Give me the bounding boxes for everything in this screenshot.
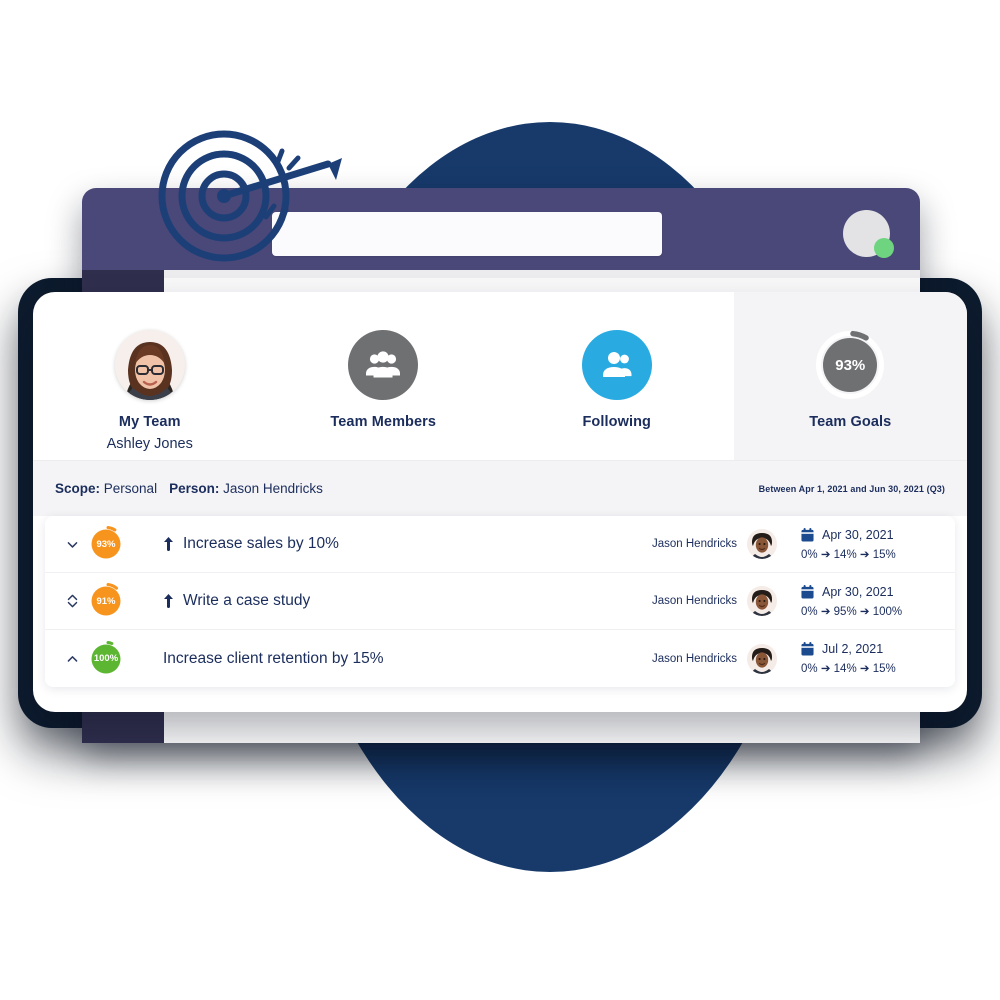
- users-group-icon: [348, 330, 419, 400]
- goal-meta: Apr 30, 2021 0% ➔ 14% ➔ 15%: [801, 528, 941, 561]
- priority-up-arrow-icon: [163, 593, 174, 609]
- goal-progress-values: 0% ➔ 14% ➔ 15%: [801, 663, 896, 675]
- avatar: [747, 586, 777, 616]
- goal-progress-values: 0% ➔ 95% ➔ 100%: [801, 605, 903, 618]
- goals-list: 93% Increase sales by 10% Jason Hendrick…: [45, 516, 955, 687]
- chevron-up-down-icon[interactable]: [59, 593, 85, 609]
- nav-card-title: Team Goals: [809, 414, 892, 430]
- goal-percent: 91%: [96, 595, 116, 607]
- date-range-label: Between Apr 1, 2021 and Jun 30, 2021 (Q3…: [758, 483, 945, 494]
- goal-date: Apr 30, 2021: [822, 527, 894, 542]
- goal-percent: 100%: [93, 653, 119, 664]
- goal-date: Jul 2, 2021: [822, 642, 884, 656]
- goal-progress-ring: 93%: [87, 525, 125, 563]
- nav-card-title: Team Members: [330, 414, 437, 430]
- app-screenshot: My Team Ashley Jones Team Members Follow…: [0, 0, 1000, 1000]
- goal-owner: Jason Hendricks: [651, 595, 737, 607]
- scope-value: Personal: [103, 481, 158, 496]
- goal-progress-ring: 100%: [87, 640, 125, 678]
- calendar-icon: [801, 584, 814, 599]
- table-row[interactable]: 91% Write a case study Jason Hendricks A…: [45, 573, 955, 630]
- table-row[interactable]: 100% Increase client retention by 15% Ja…: [45, 630, 955, 687]
- person-value: Jason Hendricks: [223, 481, 323, 496]
- main-panel: My Team Ashley Jones Team Members Follow…: [33, 292, 967, 712]
- calendar-icon: [801, 527, 814, 542]
- nav-card-subtitle: Ashley Jones: [106, 436, 193, 452]
- user-follow-icon: [581, 330, 652, 400]
- nav-card-following[interactable]: Following: [500, 292, 734, 460]
- team-nav-strip: My Team Ashley Jones Team Members Follow…: [33, 292, 967, 460]
- goal-owner: Jason Hendricks: [651, 538, 737, 550]
- avatar: [747, 529, 777, 559]
- chevron-up-icon[interactable]: [59, 652, 85, 665]
- chevron-down-icon[interactable]: [59, 538, 85, 551]
- scope-filter[interactable]: Scope: Personal: [55, 481, 157, 496]
- table-row[interactable]: 93% Increase sales by 10% Jason Hendrick…: [45, 516, 955, 573]
- nav-card-team-goals[interactable]: 93% Team Goals: [733, 292, 967, 460]
- scope-label: Scope:: [55, 481, 101, 496]
- goal-percent: 93%: [96, 538, 116, 550]
- my-team-avatar-icon: [114, 330, 185, 400]
- goal-progress-values: 0% ➔ 14% ➔ 15%: [801, 548, 896, 561]
- goal-date: Apr 30, 2021: [822, 584, 894, 599]
- target-bullseye-arrow-icon: [158, 130, 342, 262]
- nav-card-title: Following: [582, 414, 652, 430]
- goal-meta: Jul 2, 2021 0% ➔ 14% ➔ 15%: [801, 642, 941, 675]
- goal-title[interactable]: Write a case study: [183, 592, 310, 610]
- avatar: [747, 643, 777, 674]
- goal-title[interactable]: Increase sales by 10%: [183, 535, 339, 553]
- nav-card-my-team[interactable]: My Team Ashley Jones: [33, 292, 267, 460]
- filter-bar: Scope: Personal Person: Jason Hendricks …: [33, 460, 967, 516]
- goal-owner: Jason Hendricks: [651, 652, 737, 665]
- goal-meta: Apr 30, 2021 0% ➔ 95% ➔ 100%: [801, 585, 941, 618]
- priority-up-arrow-icon: [163, 536, 174, 552]
- goal-title[interactable]: Increase client retention by 15%: [163, 650, 384, 668]
- progress-ring-icon: 93%: [815, 330, 885, 400]
- calendar-icon: [801, 642, 814, 656]
- goal-progress-ring: 91%: [87, 582, 125, 620]
- team-goals-percent: 93%: [835, 356, 866, 374]
- person-filter[interactable]: Person: Jason Hendricks: [169, 481, 323, 496]
- nav-card-team-members[interactable]: Team Members: [267, 292, 501, 460]
- person-label: Person:: [169, 481, 220, 496]
- online-status-dot: [874, 238, 894, 258]
- nav-card-title: My Team: [118, 414, 181, 430]
